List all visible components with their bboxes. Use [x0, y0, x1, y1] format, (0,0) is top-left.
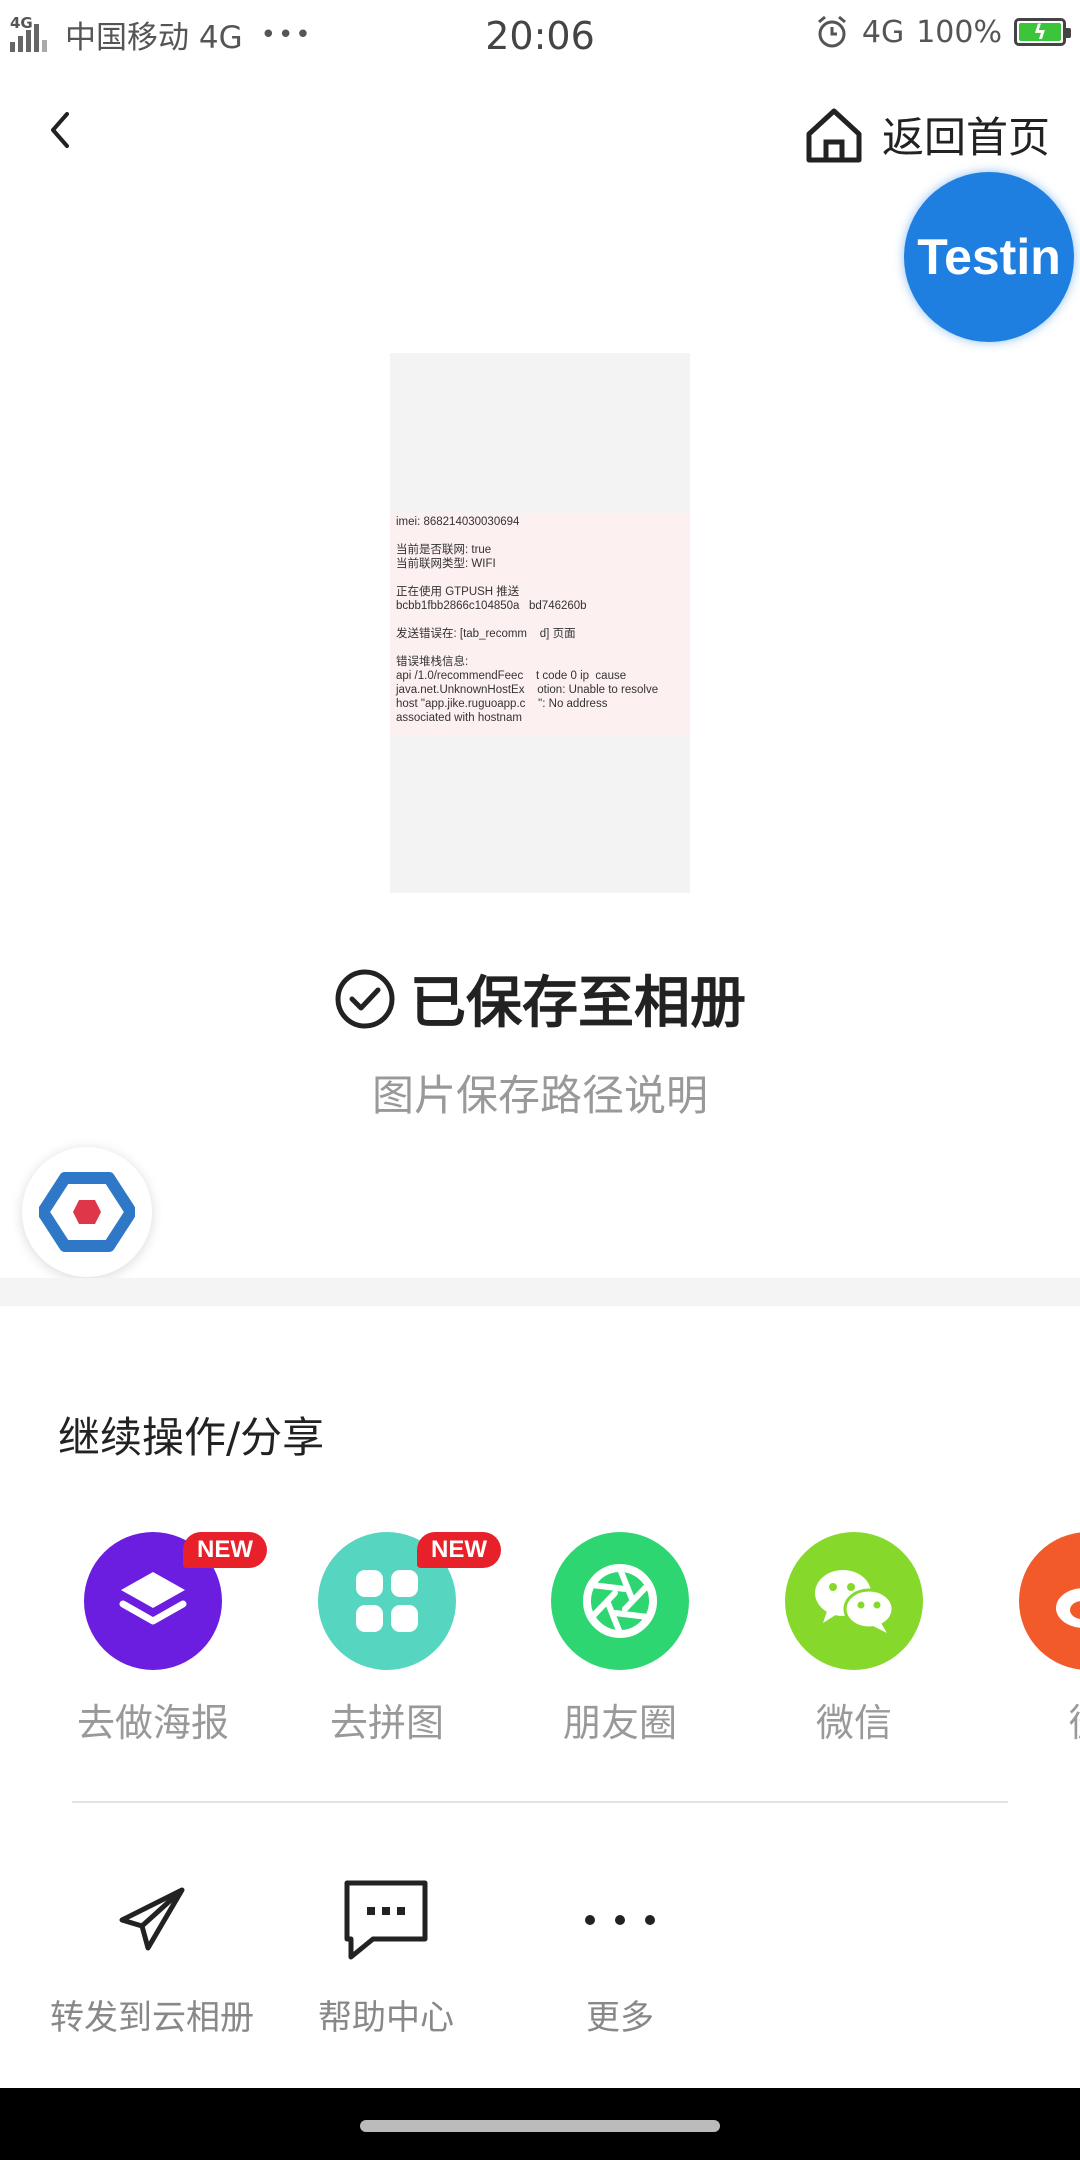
preview-line: associated with hostnam — [396, 712, 522, 724]
help-center-button[interactable]: 帮助中心 — [266, 1870, 506, 2039]
saved-image-preview[interactable]: imei: 868214030030694 当前是否联网: true 当前联网类型:… — [390, 353, 690, 893]
preview-line: 错误堆栈信息: — [396, 656, 469, 668]
preview-line: host "app.jike.ruguoapp.c ": No address — [396, 698, 608, 710]
preview-line — [396, 613, 684, 627]
weibo-icon — [1019, 1532, 1080, 1670]
chevron-left-icon — [51, 112, 69, 148]
preview-line: 正在使用 GTPUSH 推送 — [396, 586, 520, 598]
forward-cloud-album-button[interactable]: 转发到云相册 — [32, 1870, 272, 2039]
tool-label: 更多 — [586, 1998, 654, 2038]
path-note-link[interactable]: 图片保存路径说明 — [0, 1062, 1080, 1123]
home-label: 返回首页 — [881, 113, 1050, 162]
back-button[interactable] — [30, 100, 90, 160]
home-icon — [806, 108, 862, 162]
chat-bubble-icon — [344, 1880, 428, 1960]
share-item-collage[interactable]: 去拼图 NEW — [297, 1532, 501, 1742]
check-circle-icon — [335, 969, 395, 1028]
hexagon-logo-icon — [39, 1172, 135, 1252]
preview-line: api /1.0/recommendFeec t code 0 ip cause — [396, 670, 627, 682]
preview-line — [396, 529, 684, 543]
status-bar: 4G 中国移动 4G ••• 20:06 4G 100% ϟ — [0, 0, 1080, 76]
share-label: 去做海报 — [76, 1701, 229, 1742]
tools-row: 转发到云相册 帮助中心 更多 — [0, 1870, 1080, 2040]
divider — [72, 1801, 1008, 1803]
preview-line: bcbb1fbb2866c104850a bd746260b — [396, 600, 587, 612]
battery-icon: ϟ — [1014, 18, 1071, 46]
more-button[interactable]: 更多 — [500, 1870, 740, 2039]
share-label: 去拼图 — [329, 1701, 444, 1742]
battery-percent: 100% — [916, 14, 1002, 50]
section-divider — [0, 1278, 1080, 1306]
system-nav-bar — [0, 2088, 1080, 2160]
share-item-wechat[interactable]: 微信 — [764, 1532, 944, 1742]
aperture-icon — [551, 1532, 689, 1670]
floating-logo-button[interactable] — [22, 1147, 152, 1277]
tool-label: 转发到云相册 — [50, 1998, 254, 2038]
preview-line — [396, 641, 684, 655]
net-type-label: 4G — [861, 14, 905, 50]
saved-status: 已保存至相册 — [0, 958, 1080, 1039]
testin-float-button[interactable]: Testin — [904, 172, 1074, 342]
preview-line — [396, 571, 684, 585]
preview-text-block: imei: 868214030030694 当前是否联网: true 当前联网类型:… — [390, 513, 690, 735]
share-item-poster[interactable]: 去做海报 NEW — [63, 1532, 267, 1742]
preview-line: 当前联网类型: WIFI — [396, 558, 496, 570]
more-icon — [585, 1915, 655, 1925]
alarm-icon — [817, 15, 846, 48]
home-link[interactable]: 返回首页 — [804, 104, 1050, 165]
share-label: 微 — [998, 1692, 1080, 1742]
share-label: 微信 — [815, 1701, 892, 1742]
preview-line: 发送错误在: [tab_recomm d] 页面 — [396, 628, 576, 640]
home-indicator[interactable] — [360, 2120, 720, 2132]
send-icon — [119, 1887, 185, 1951]
preview-line: 当前是否联网: true — [396, 544, 492, 556]
share-section-title: 继续操作/分享 — [58, 1413, 325, 1462]
wechat-icon — [785, 1532, 923, 1670]
new-badge: NEW — [183, 1532, 267, 1568]
share-item-moments[interactable]: 朋友圈 — [530, 1532, 710, 1742]
tool-label: 帮助中心 — [318, 1998, 454, 2038]
preview-line: imei: 868214030030694 — [396, 516, 520, 528]
preview-line: java.net.UnknownHostEx otion: Unable to … — [396, 684, 659, 696]
saved-title: 已保存至相册 — [410, 971, 746, 1036]
share-label: 朋友圈 — [562, 1701, 677, 1742]
share-row: 去做海报 NEW 去拼图 NEW 朋友圈 微信 — [0, 1532, 1080, 1742]
new-badge: NEW — [417, 1532, 501, 1568]
share-item-weibo[interactable]: 微 — [998, 1532, 1080, 1742]
